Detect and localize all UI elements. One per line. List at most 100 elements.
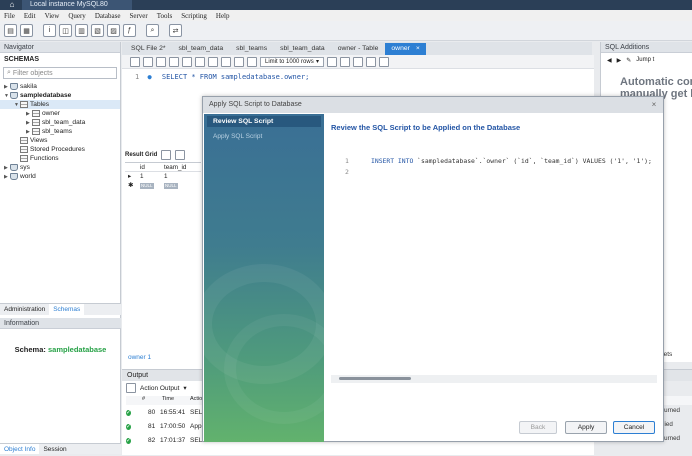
- null-badge[interactable]: NULL: [140, 183, 154, 189]
- commit-icon[interactable]: [221, 56, 231, 67]
- create-table-icon[interactable]: ▥: [75, 24, 88, 37]
- sql-script-editor[interactable]: 1 2 INSERT INTO `sampledatabase`.`owner`…: [331, 143, 657, 375]
- cancel-button[interactable]: Cancel: [613, 421, 655, 434]
- bookmark-icon[interactable]: [327, 56, 337, 67]
- search-table-data-icon[interactable]: ⌕: [146, 24, 159, 37]
- rollback-icon[interactable]: [234, 56, 244, 67]
- tab-sbl-team-data-2[interactable]: sbl_team_data: [274, 43, 331, 55]
- menu-server[interactable]: Server: [129, 12, 147, 20]
- tab-sbl-teams[interactable]: sbl_teams: [230, 43, 273, 55]
- tab-session[interactable]: Session: [39, 444, 70, 454]
- tree-node-procedures[interactable]: Stored Procedures: [0, 145, 120, 154]
- create-function-icon[interactable]: ƒ: [123, 24, 136, 37]
- explain-icon[interactable]: [182, 56, 192, 67]
- action-output-label: Action Output: [140, 384, 180, 392]
- apply-button[interactable]: Apply: [565, 421, 607, 434]
- column-header-id[interactable]: id: [140, 164, 164, 171]
- toggle-error-icon[interactable]: [208, 56, 218, 67]
- tab-sql-file-2[interactable]: SQL File 2*: [125, 43, 172, 55]
- horizontal-scrollbar[interactable]: [331, 375, 657, 383]
- create-procedure-icon[interactable]: ▨: [107, 24, 120, 37]
- grid-icon[interactable]: [161, 150, 172, 160]
- wrap-icon[interactable]: [379, 56, 389, 67]
- back-button[interactable]: Back: [519, 421, 557, 434]
- success-check-icon: ✓: [126, 437, 132, 444]
- tree-node-sakila[interactable]: ▶ sakila: [0, 82, 120, 91]
- stop-icon[interactable]: [195, 56, 205, 67]
- menu-file[interactable]: File: [4, 12, 15, 20]
- execute-icon[interactable]: [156, 56, 166, 67]
- limit-rows-select[interactable]: Limit to 1000 rows ▾: [260, 56, 324, 67]
- menu-edit[interactable]: Edit: [24, 12, 36, 20]
- result-grid-label[interactable]: Result Grid: [125, 152, 157, 158]
- menu-tools[interactable]: Tools: [157, 12, 172, 20]
- home-icon[interactable]: ⌂: [3, 1, 21, 9]
- execution-marker-icon: ●: [147, 73, 152, 81]
- tree-node-world[interactable]: ▶ world: [0, 172, 120, 181]
- beautify-icon[interactable]: [340, 56, 350, 67]
- connection-tab[interactable]: Local instance MySQL80: [22, 0, 132, 10]
- menu-help[interactable]: Help: [216, 12, 230, 20]
- inspector-icon[interactable]: i: [43, 24, 56, 37]
- output-num: 80: [148, 409, 156, 416]
- database-icon: [10, 92, 18, 99]
- tab-administration[interactable]: Administration: [0, 304, 49, 315]
- invisible-chars-icon[interactable]: [366, 56, 376, 67]
- tree-node-owner[interactable]: ▶ owner: [0, 109, 120, 118]
- schemas-label: SCHEMAS: [4, 56, 40, 63]
- autocommit-icon[interactable]: [247, 56, 257, 67]
- table-row[interactable]: ✱ NULL NULL: [125, 181, 201, 190]
- jump-label[interactable]: Jump t: [636, 57, 654, 63]
- forward-arrow-icon[interactable]: ▶: [617, 57, 622, 64]
- close-icon[interactable]: ×: [416, 43, 420, 55]
- tab-schemas[interactable]: Schemas: [49, 304, 85, 315]
- reconnect-icon[interactable]: ⇄: [169, 24, 182, 37]
- column-header-action: Actio: [190, 396, 203, 402]
- back-arrow-icon[interactable]: ◀: [607, 57, 612, 64]
- create-schema-icon[interactable]: ◫: [59, 24, 72, 37]
- table-row[interactable]: ▸ 1 1: [125, 172, 201, 181]
- filter-rows-icon[interactable]: [175, 150, 186, 160]
- tree-node-sampledatabase[interactable]: ▼ sampledatabase: [0, 91, 120, 100]
- find-icon[interactable]: [353, 56, 363, 67]
- tab-owner[interactable]: owner ×: [385, 43, 426, 55]
- tree-node-sbl-team-data[interactable]: ▶ sbl_team_data: [0, 118, 120, 127]
- create-view-icon[interactable]: ▧: [91, 24, 104, 37]
- tree-node-tables[interactable]: ▼ Tables: [0, 100, 120, 109]
- cell-id[interactable]: 1: [140, 173, 164, 180]
- tree-node-sbl-teams[interactable]: ▶ sbl_teams: [0, 127, 120, 136]
- execute-current-icon[interactable]: [169, 56, 179, 67]
- dialog-heading: Review the SQL Script to be Applied on t…: [331, 123, 521, 132]
- menu-scripting[interactable]: Scripting: [181, 12, 207, 20]
- cell-team-id[interactable]: 1: [164, 173, 192, 180]
- save-icon[interactable]: [143, 56, 153, 67]
- dialog-title-text: Apply SQL Script to Database: [209, 101, 302, 108]
- menu-database[interactable]: Database: [95, 12, 121, 20]
- column-header-team-id[interactable]: team_id: [164, 164, 192, 171]
- scrollbar-thumb[interactable]: [339, 377, 411, 380]
- table-icon: [32, 110, 40, 117]
- menu-view[interactable]: View: [45, 12, 60, 20]
- filter-objects-input[interactable]: ⌕ Filter objects: [3, 67, 117, 79]
- sql-insert-statement: INSERT INTO `sampledatabase`.`owner` (`i…: [371, 157, 652, 165]
- tab-object-info[interactable]: Object Info: [0, 444, 40, 454]
- sql-line-1[interactable]: 1 ● SELECT * FROM sampledatabase.owner;: [135, 73, 309, 81]
- open-sql-file-icon[interactable]: ▦: [20, 24, 33, 37]
- tree-node-views[interactable]: Views: [0, 136, 120, 145]
- null-badge[interactable]: NULL: [164, 183, 178, 189]
- action-output-select[interactable]: Action Output ▾: [126, 382, 187, 394]
- tree-node-functions[interactable]: Functions: [0, 154, 120, 163]
- wizard-step-apply: Apply SQL Script: [213, 133, 263, 140]
- menu-query[interactable]: Query: [68, 12, 86, 20]
- tree-label: sbl_team_data: [42, 119, 86, 126]
- open-file-icon[interactable]: [130, 56, 140, 67]
- new-sql-tab-icon[interactable]: ▤: [4, 24, 17, 37]
- close-icon[interactable]: ×: [649, 100, 659, 110]
- tree-node-sys[interactable]: ▶ sys: [0, 163, 120, 172]
- output-num: 81: [148, 423, 156, 430]
- result-tab-owner-1[interactable]: owner 1: [128, 354, 151, 361]
- dialog-title: Apply SQL Script to Database ×: [203, 97, 663, 113]
- auto-help-icon[interactable]: ✎: [626, 57, 631, 64]
- tab-sbl-team-data[interactable]: sbl_team_data: [173, 43, 230, 55]
- tab-owner-table[interactable]: owner - Table: [332, 43, 385, 55]
